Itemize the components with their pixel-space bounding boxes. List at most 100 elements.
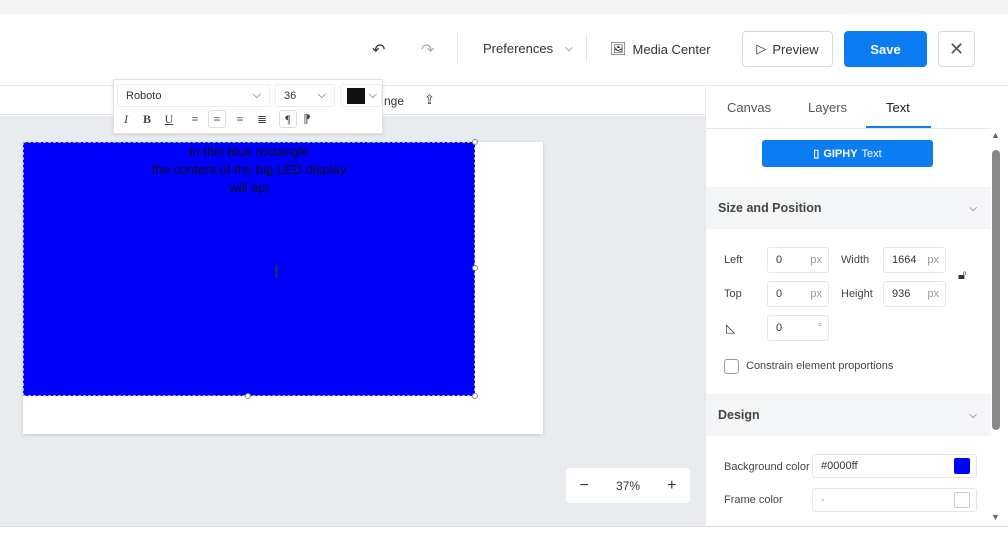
tab-text[interactable]: Text (886, 100, 910, 115)
top-value: 0 (776, 288, 783, 300)
unit: px (810, 288, 822, 300)
top-label: Top (724, 288, 742, 300)
left-value: 0 (776, 254, 783, 266)
constrain-label: Constrain element proportions (746, 360, 894, 372)
arrange-button[interactable]: nge (384, 94, 404, 108)
giphy-label: GIPHY (823, 147, 858, 160)
properties-sidebar: Canvas Layers Text ▯ GIPHY Text Size and P… (705, 87, 1008, 526)
zoom-level: 37% (615, 478, 641, 493)
sidebar-tabs: Canvas Layers Text (706, 87, 991, 129)
frame-color-value: - (821, 494, 825, 506)
giphy-icon: ▯ (813, 148, 820, 160)
redo-icon[interactable]: ↷ (421, 40, 434, 60)
height-value: 936 (892, 288, 911, 300)
rotation-icon: ◺ (726, 321, 736, 335)
zoom-in-button[interactable]: + (667, 477, 676, 495)
constrain-checkbox[interactable] (724, 359, 739, 374)
chevron-down-icon: ⌵ (252, 89, 261, 101)
rotation-input[interactable]: 0 ° (767, 315, 829, 341)
sidebar-scrollbar[interactable]: ▲ ▼ (989, 130, 1003, 526)
tab-canvas[interactable]: Canvas (727, 100, 771, 115)
background-color-label: Background color (724, 461, 810, 473)
frame-color-label: Frame color (724, 494, 783, 506)
color-swatch (347, 87, 365, 104)
text-line: will ap| (229, 180, 269, 195)
giphy-text-button[interactable]: ▯ GIPHY Text (762, 140, 933, 167)
zoom-control: − 37% + (566, 468, 690, 503)
width-input[interactable]: 1664 px (883, 247, 946, 273)
preview-button[interactable]: ▷ Preview (742, 31, 833, 67)
rotation-value: 0 (776, 322, 783, 334)
unit: px (927, 288, 939, 300)
media-center-button[interactable]: 🖼 Media Center (610, 41, 711, 57)
color-swatch[interactable] (954, 492, 970, 508)
section-title: Design (718, 408, 760, 422)
align-center-button[interactable]: ≡ (208, 110, 226, 128)
resize-handle[interactable] (472, 393, 478, 399)
background-color-input[interactable]: #0000ff (812, 454, 977, 478)
height-label: Height (841, 288, 873, 300)
play-icon: ▷ (756, 41, 767, 56)
unit: px (810, 254, 822, 266)
justify-button[interactable]: ≣ (253, 110, 271, 128)
text-cursor-icon: I (274, 262, 280, 282)
preferences-label: Preferences (483, 41, 554, 56)
chevron-down-icon: ⌵ (969, 409, 977, 421)
height-input[interactable]: 936 px (883, 281, 946, 307)
chevron-down-icon: ⌵ (317, 89, 326, 101)
width-value: 1664 (892, 254, 917, 266)
giphy-text-label: Text (861, 147, 882, 160)
frame-color-input[interactable]: - (812, 488, 977, 512)
bold-button[interactable]: B (138, 110, 156, 128)
align-right-button[interactable]: ≡ (231, 110, 249, 128)
left-label: Left (724, 254, 743, 266)
size-position-section[interactable]: Size and Position ⌵ (706, 187, 991, 229)
italic-button[interactable]: I (117, 110, 135, 128)
save-button[interactable]: Save (844, 31, 927, 67)
font-size: 36 (284, 89, 297, 102)
text-element[interactable]: In this blue rectangle the content of th… (23, 142, 475, 396)
resize-handle[interactable] (245, 393, 251, 399)
font-size-select[interactable]: 36 ⌵ (275, 84, 335, 107)
preferences-menu[interactable]: Preferences ⌵ (483, 41, 573, 56)
design-section[interactable]: Design ⌵ (706, 394, 991, 436)
underline-button[interactable]: U (160, 110, 178, 128)
unit: px (927, 254, 939, 266)
top-input[interactable]: 0 px (767, 281, 829, 307)
images-icon: 🖼 (610, 41, 627, 56)
font-panel: Roboto ⌵ 36 ⌵ ⌵ I B U ≡ ≡ ≡ ≣ ¶ ⁋ (113, 79, 383, 134)
tab-layers[interactable]: Layers (808, 100, 847, 115)
chevron-down-icon: ⌵ (565, 43, 573, 54)
section-title: Size and Position (718, 201, 822, 215)
close-button[interactable]: ✕ (938, 31, 975, 67)
scrollbar-thumb[interactable] (992, 150, 1000, 430)
media-center-label: Media Center (632, 41, 711, 57)
bottom-bar (0, 526, 1008, 538)
preview-label: Preview (772, 41, 819, 57)
ltr-button[interactable]: ¶ (279, 110, 297, 128)
share-icon[interactable]: ⇪ (424, 92, 435, 108)
scroll-down-icon[interactable]: ▼ (991, 512, 1000, 522)
width-label: Width (841, 254, 870, 266)
unlock-icon[interactable]: 🔓︎ (958, 267, 966, 283)
unit: ° (817, 322, 822, 334)
rtl-button[interactable]: ⁋ (298, 110, 316, 128)
zoom-out-button[interactable]: − (580, 477, 589, 495)
align-left-button[interactable]: ≡ (186, 110, 204, 128)
top-strip (0, 0, 1008, 14)
text-line: In this blue rectangle (189, 144, 309, 159)
resize-handle[interactable] (472, 139, 478, 145)
scroll-up-icon[interactable]: ▲ (991, 130, 1000, 140)
background-color-value: #0000ff (821, 460, 858, 472)
color-swatch[interactable] (954, 458, 970, 474)
active-tab-indicator (866, 126, 931, 128)
text-line: the content of the big LED display (151, 162, 347, 177)
chevron-down-icon: ⌵ (969, 202, 977, 214)
close-icon: ✕ (948, 38, 965, 59)
font-family-select[interactable]: Roboto ⌵ (117, 84, 270, 107)
resize-handle[interactable] (472, 265, 478, 271)
font-color-select[interactable]: ⌵ (340, 84, 382, 107)
chevron-down-icon: ⌵ (368, 89, 377, 101)
left-input[interactable]: 0 px (767, 247, 829, 273)
undo-icon[interactable]: ↶ (372, 40, 385, 60)
